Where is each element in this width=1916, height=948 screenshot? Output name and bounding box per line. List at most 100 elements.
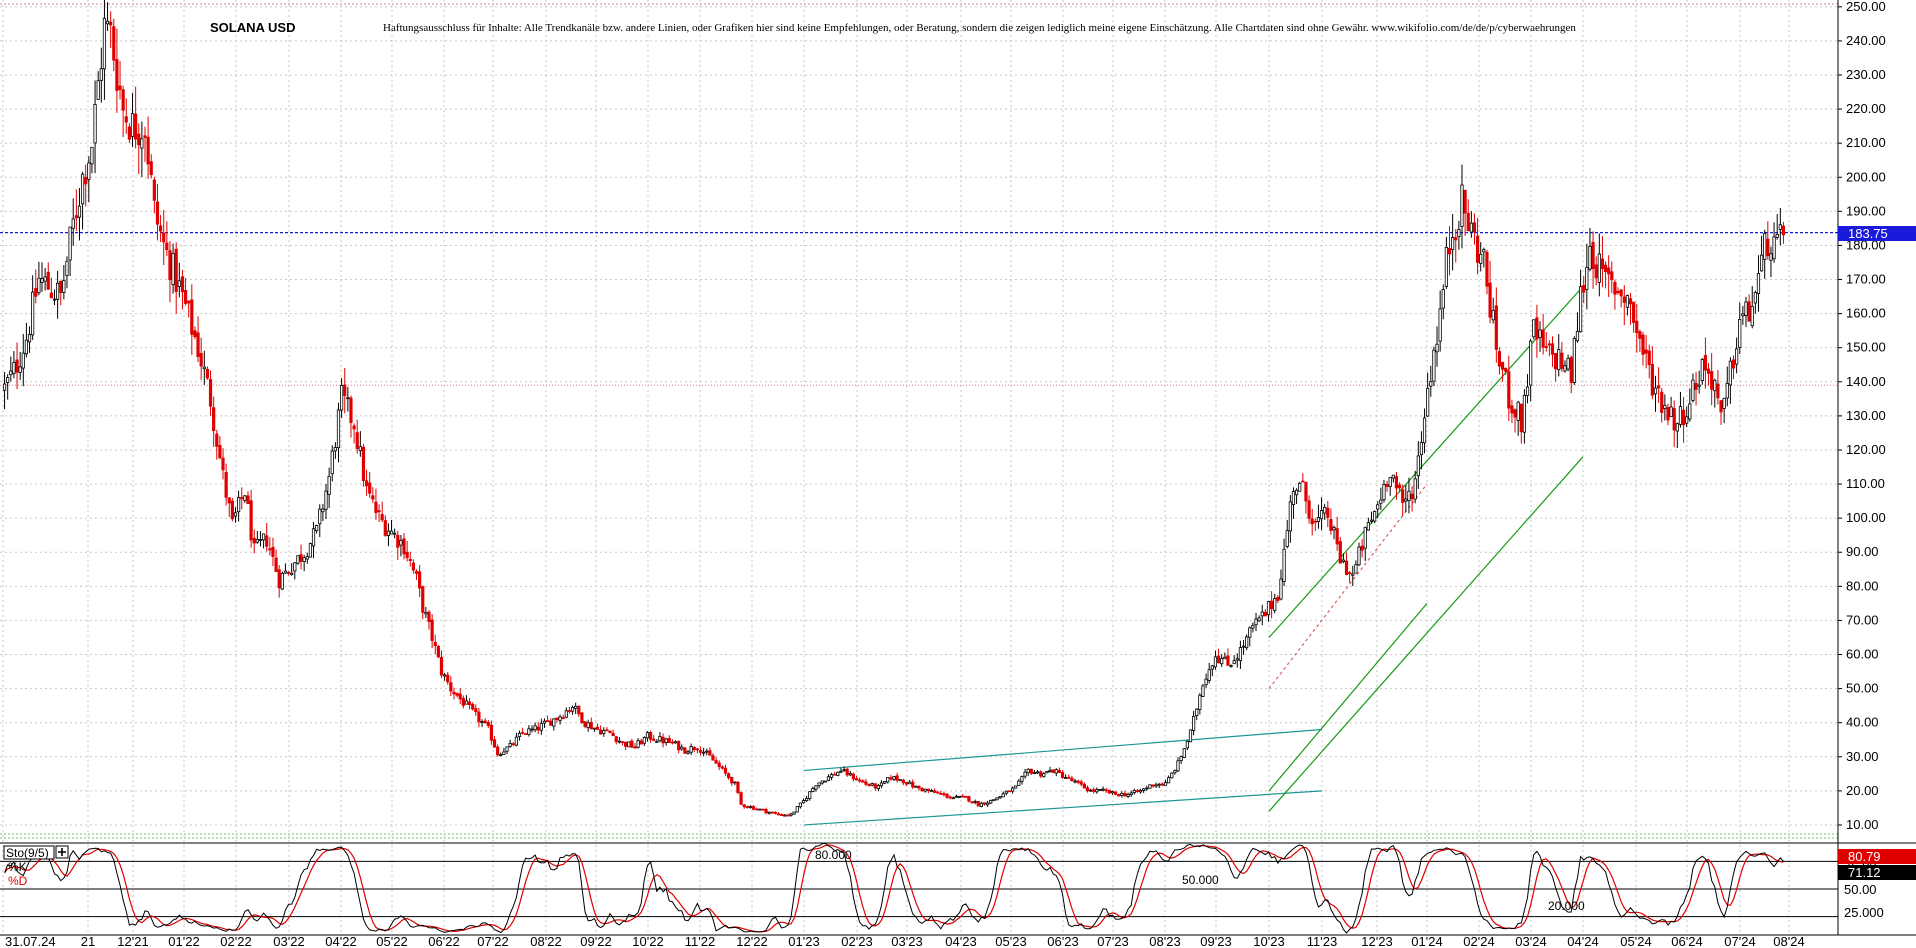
- candle-body: [673, 741, 678, 744]
- candle-body: [162, 232, 166, 243]
- candle-body: [780, 814, 784, 816]
- candle-body: [1578, 286, 1583, 333]
- candle-body: [530, 728, 534, 731]
- candle-body: [152, 179, 156, 201]
- candle-body: [711, 755, 715, 761]
- candle-body: [483, 720, 487, 724]
- candle-body: [514, 736, 518, 746]
- time-tick-label: 12'23: [1361, 934, 1392, 948]
- candle-body: [446, 674, 450, 683]
- candle-body: [867, 784, 871, 786]
- candle-body: [1735, 348, 1739, 365]
- candle-body: [833, 773, 837, 776]
- candle-body: [221, 457, 225, 471]
- candle-body: [1104, 789, 1108, 792]
- candle-body: [1313, 520, 1317, 523]
- candle-body: [1373, 511, 1377, 522]
- candle-body: [49, 292, 53, 299]
- candle-body: [923, 788, 927, 792]
- candle-body: [1176, 760, 1180, 772]
- stoch-tick-label: 25.000: [1844, 905, 1884, 920]
- candle-body: [1129, 792, 1133, 796]
- candle-body: [1307, 500, 1311, 519]
- candle-body: [624, 741, 628, 747]
- candle-body: [340, 385, 344, 411]
- candle-body: [1669, 406, 1673, 418]
- candle-body: [1179, 756, 1183, 761]
- candle-body: [1413, 478, 1417, 500]
- stoch-expand-icon[interactable]: [55, 845, 69, 859]
- candle-body: [299, 554, 303, 562]
- candle-body: [758, 808, 762, 811]
- candle-body: [1772, 236, 1776, 260]
- candle-body: [364, 480, 369, 487]
- candle-body: [1522, 394, 1527, 433]
- candle-body: [1685, 416, 1689, 424]
- candle-body: [580, 712, 584, 723]
- candle-body: [1092, 789, 1096, 792]
- candle-body: [159, 225, 163, 232]
- candle-body: [873, 783, 877, 789]
- candle-body: [1167, 777, 1171, 784]
- price-tick-label: 120.00: [1846, 442, 1886, 457]
- time-tick-label: 05'22: [376, 934, 407, 948]
- candle-body: [1744, 301, 1748, 317]
- candle-body: [967, 795, 971, 802]
- candle-body: [127, 126, 131, 140]
- candle-body: [1201, 685, 1205, 697]
- candle-body: [1532, 319, 1536, 338]
- candle-body: [1582, 285, 1586, 293]
- candle-body: [461, 697, 465, 706]
- candle-body: [1266, 601, 1271, 616]
- candle-body: [1494, 305, 1498, 350]
- candle-body: [1572, 338, 1576, 383]
- candle-body: [723, 767, 728, 774]
- candle-body: [318, 508, 322, 525]
- candle-body: [1753, 292, 1757, 304]
- candle-body: [343, 384, 347, 396]
- candle-body: [1394, 476, 1399, 489]
- candle-body: [577, 705, 581, 715]
- candle-body: [84, 176, 88, 185]
- time-tick-label: 04'24: [1567, 934, 1598, 948]
- candle-body: [1700, 359, 1704, 381]
- candle-body: [545, 720, 550, 722]
- candle-body: [146, 136, 150, 165]
- candle-body: [1026, 768, 1030, 773]
- candle-body: [1566, 357, 1570, 370]
- candle-body: [1323, 506, 1327, 514]
- candle-body: [914, 785, 918, 788]
- candle-body: [627, 741, 631, 748]
- candle-body: [561, 717, 565, 719]
- price-tick-label: 30.00: [1846, 749, 1879, 764]
- candle-body: [1475, 235, 1480, 263]
- candle-body: [1004, 790, 1008, 794]
- candle-body: [570, 707, 575, 712]
- candle-body: [1226, 655, 1230, 666]
- candle-body: [358, 446, 362, 451]
- candle-body: [155, 201, 160, 225]
- candle-body: [96, 80, 100, 100]
- candle-body: [720, 766, 724, 769]
- candle-body: [1663, 404, 1667, 409]
- candle-body: [851, 773, 856, 780]
- time-tick-label: 10'23: [1253, 934, 1284, 948]
- candle-body: [1529, 340, 1533, 386]
- candle-body: [1035, 771, 1040, 774]
- candle-body: [864, 781, 868, 785]
- candle-body: [1188, 729, 1193, 743]
- candle-body: [1766, 238, 1770, 257]
- candle-body: [305, 556, 309, 560]
- candle-body: [904, 782, 909, 785]
- price-tick-label: 100.00: [1846, 510, 1886, 525]
- candle-body: [1039, 771, 1043, 777]
- candle-body: [12, 362, 16, 375]
- candle-body: [268, 548, 272, 551]
- candle-body: [1120, 792, 1124, 796]
- candle-body: [1216, 655, 1221, 664]
- time-tick-label: 05'23: [995, 934, 1026, 948]
- candle-body: [9, 370, 13, 376]
- candle-body: [1348, 572, 1352, 575]
- candle-body: [767, 811, 771, 814]
- candle-body: [1110, 791, 1115, 794]
